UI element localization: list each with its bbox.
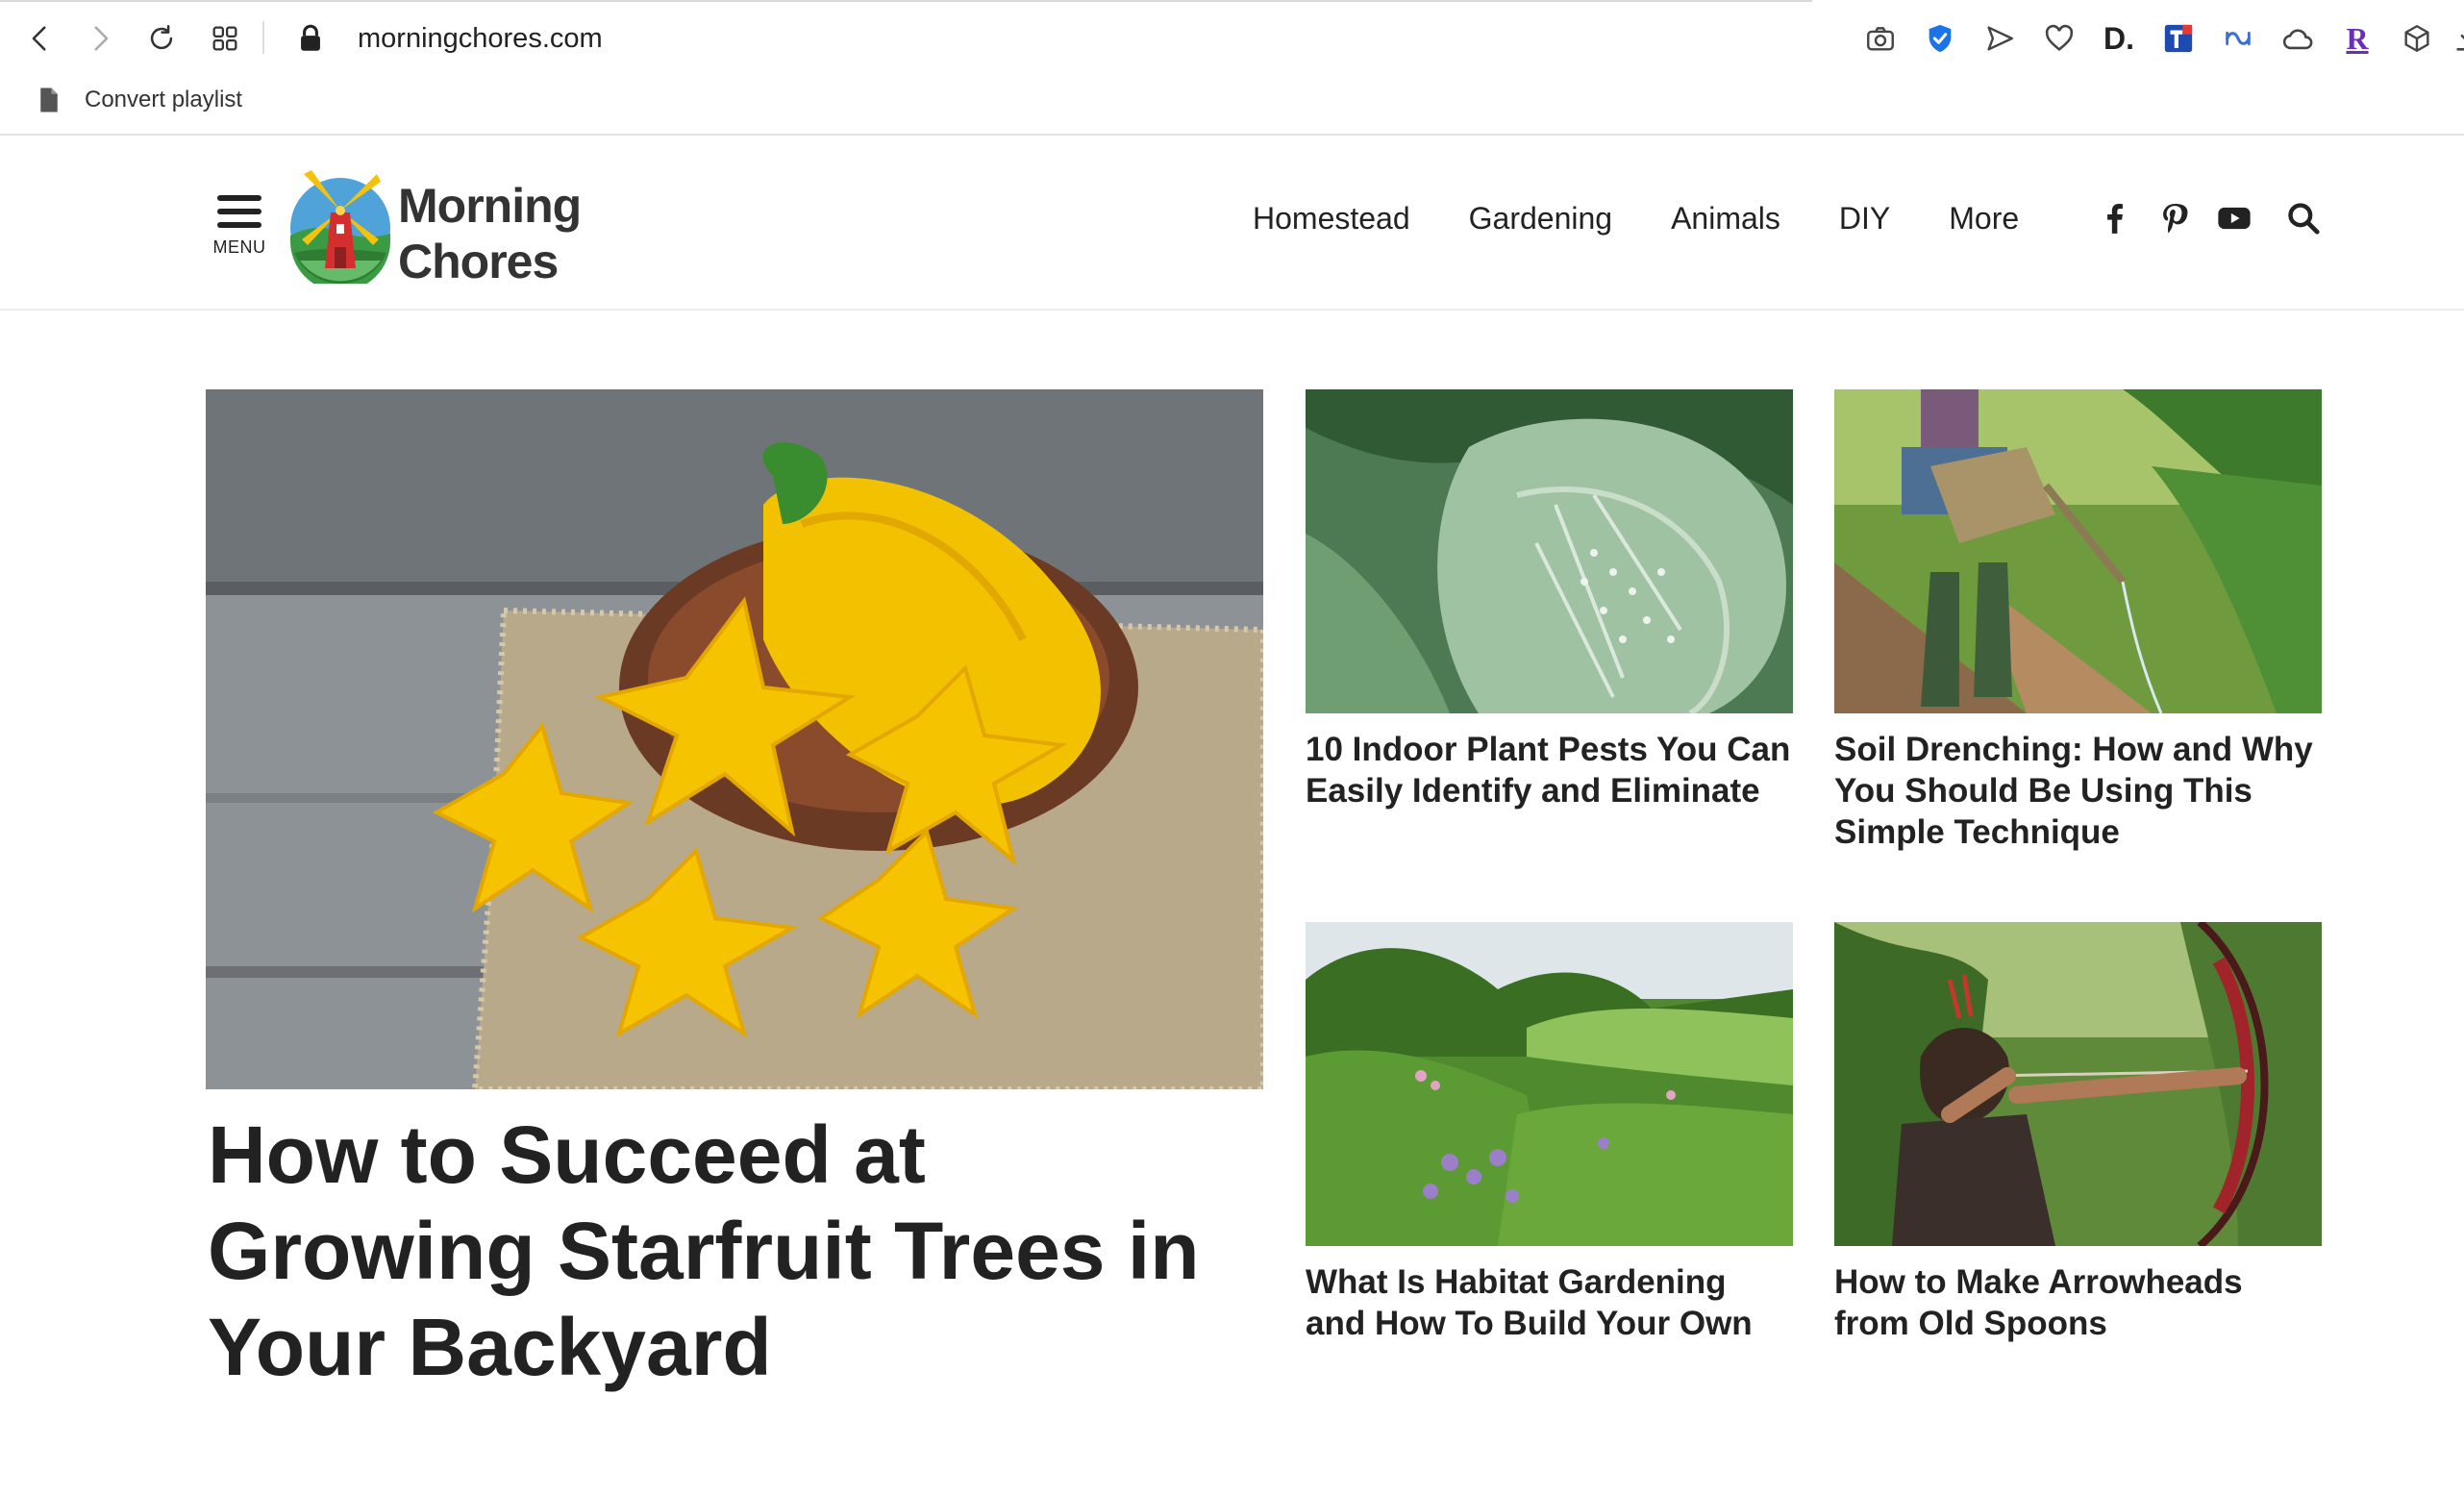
- document-icon: [40, 87, 58, 112]
- logo-line-1: Morning: [398, 179, 582, 233]
- featured-title[interactable]: How to Succeed at Growing Starfruit Tree…: [208, 1107, 1265, 1395]
- toolbar-divider: [262, 21, 264, 54]
- site-header: MENU Morning Chores Homestead Gardening …: [0, 136, 2464, 311]
- forward-button[interactable]: [77, 15, 123, 62]
- t-extension-icon[interactable]: [2149, 17, 2208, 60]
- grid-icon: [212, 26, 237, 51]
- article-card[interactable]: Soil Drenching: How and Why You Should B…: [1834, 389, 2322, 853]
- reload-button[interactable]: [138, 15, 185, 62]
- search-icon[interactable]: [2282, 197, 2325, 239]
- habitat-garden-photo[interactable]: [1306, 922, 1793, 1246]
- main-nav: Homestead Gardening Animals DIY More: [1253, 189, 2019, 247]
- article-card[interactable]: 10 Indoor Plant Pests You Can Easily Ide…: [1306, 389, 1793, 811]
- card-title[interactable]: 10 Indoor Plant Pests You Can Easily Ide…: [1306, 729, 1793, 811]
- r-extension-icon[interactable]: R: [2327, 17, 2387, 60]
- speed-dial-button[interactable]: [202, 15, 248, 62]
- logo-line-2: Chores: [398, 235, 559, 288]
- shield-check-icon[interactable]: [1910, 17, 1970, 60]
- social-links: [2094, 197, 2325, 239]
- starfruit-photo[interactable]: [206, 389, 1263, 1089]
- translate-icon[interactable]: [2208, 17, 2268, 60]
- heart-icon[interactable]: [2029, 17, 2089, 60]
- article-card[interactable]: What Is Habitat Gardening and How To Bui…: [1306, 922, 1793, 1344]
- archer-photo[interactable]: [1834, 922, 2322, 1246]
- back-arrow-icon: [32, 26, 46, 51]
- bookmark-label: Convert playlist: [85, 87, 243, 112]
- bookmark-convert-playlist[interactable]: Convert playlist: [35, 83, 242, 117]
- site-logo-text[interactable]: Morning Chores: [398, 178, 582, 289]
- extension-bar: D. R: [1851, 17, 2464, 60]
- featured-article[interactable]: How to Succeed at Growing Starfruit Tree…: [206, 389, 1263, 1395]
- nav-diy[interactable]: DIY: [1839, 201, 1890, 237]
- nav-homestead[interactable]: Homestead: [1253, 201, 1410, 237]
- back-button[interactable]: [17, 15, 63, 62]
- menu-button[interactable]: MENU: [208, 195, 271, 266]
- card-title[interactable]: Soil Drenching: How and Why You Should B…: [1834, 729, 2322, 853]
- d-extension-icon[interactable]: D.: [2089, 17, 2149, 60]
- nav-gardening[interactable]: Gardening: [1469, 201, 1612, 237]
- card-title[interactable]: What Is Habitat Gardening and How To Bui…: [1306, 1261, 1793, 1344]
- address-bar[interactable]: morningchores.com: [358, 19, 603, 58]
- watering-can-photo[interactable]: [1834, 389, 2322, 713]
- forward-arrow-icon: [94, 26, 109, 51]
- nav-animals[interactable]: Animals: [1671, 201, 1780, 237]
- download-icon[interactable]: [2447, 17, 2464, 60]
- send-icon[interactable]: [1970, 17, 2029, 60]
- cube-icon[interactable]: [2387, 17, 2447, 60]
- lock-icon[interactable]: [294, 21, 327, 56]
- menu-label: MENU: [212, 237, 266, 257]
- camera-icon[interactable]: [1851, 17, 1910, 60]
- youtube-icon[interactable]: [2213, 197, 2255, 239]
- browser-toolbar: morningchores.com D. R Convert playlist: [0, 0, 2464, 136]
- tab-strip-edge: [0, 0, 1812, 2]
- facebook-icon[interactable]: [2094, 197, 2136, 239]
- cloud-icon[interactable]: [2268, 17, 2327, 60]
- reload-icon: [150, 24, 173, 50]
- pinterest-icon[interactable]: [2153, 197, 2196, 239]
- card-title[interactable]: How to Make Arrowheads from Old Spoons: [1834, 1261, 2322, 1344]
- article-card[interactable]: How to Make Arrowheads from Old Spoons: [1834, 922, 2322, 1344]
- hamburger-icon: [217, 195, 261, 236]
- plant-pests-photo[interactable]: [1306, 389, 1793, 713]
- windmill-logo-icon[interactable]: [286, 164, 394, 284]
- nav-more[interactable]: More: [1949, 201, 2019, 237]
